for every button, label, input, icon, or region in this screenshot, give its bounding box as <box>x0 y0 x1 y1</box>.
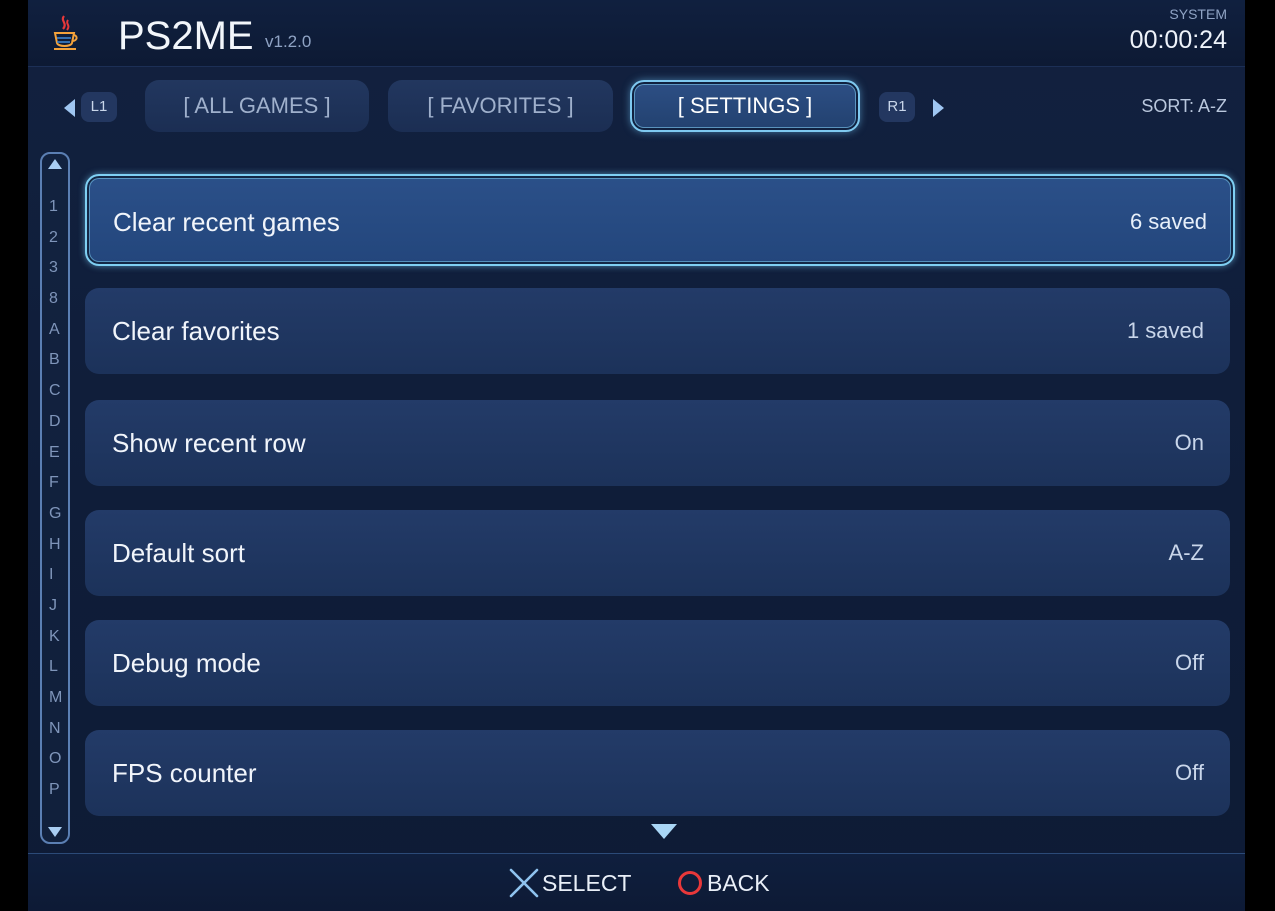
tab-favorites[interactable]: [ FAVORITES ] <box>388 80 613 132</box>
alpha-index-letter[interactable]: N <box>42 714 68 745</box>
alpha-index-letter[interactable]: I <box>42 560 68 591</box>
tab-bar: L1 [ ALL GAMES ] [ FAVORITES ] [ SETTING… <box>28 66 1245 150</box>
alpha-index-scrollbar[interactable]: 1238ABCDEFGHIJKLMNOP <box>40 152 70 844</box>
setting-value: A-Z <box>1168 540 1204 565</box>
alpha-index-letter[interactable]: 3 <box>42 253 68 284</box>
alpha-index-letter[interactable]: 8 <box>42 284 68 315</box>
back-hint[interactable]: BACK <box>675 868 770 898</box>
l1-shoulder-button[interactable]: L1 <box>81 92 117 122</box>
java-cup-icon <box>53 15 78 50</box>
alpha-index-letters: 1238ABCDEFGHIJKLMNOP <box>42 192 68 806</box>
circle-button-icon <box>678 871 702 895</box>
alpha-index-letter[interactable]: E <box>42 438 68 469</box>
alpha-index-letter[interactable]: O <box>42 744 68 775</box>
setting-value: 6 saved <box>1129 209 1207 234</box>
setting-row-fps-counter[interactable]: FPS counter Off <box>85 730 1230 816</box>
header-bar: PS2ME v1.2.0 SYSTEM 00:00:24 <box>28 0 1245 67</box>
setting-row-show-recent[interactable]: Show recent row On <box>85 400 1230 486</box>
alpha-index-letter[interactable]: D <box>42 407 68 438</box>
alpha-index-letter[interactable]: B <box>42 345 68 376</box>
cross-button-icon <box>509 868 539 898</box>
sort-indicator: SORT: A-Z <box>1141 96 1227 116</box>
alpha-index-letter[interactable]: K <box>42 622 68 653</box>
system-clock: 00:00:24 <box>1129 26 1227 54</box>
alpha-index-letter[interactable]: F <box>42 468 68 499</box>
tab-settings[interactable]: [ SETTINGS ] <box>630 80 860 132</box>
scroll-up-icon[interactable] <box>46 156 64 172</box>
alpha-index-letter[interactable]: A <box>42 315 68 346</box>
app-version: v1.2.0 <box>265 32 312 51</box>
setting-label: FPS counter <box>112 758 257 788</box>
system-label: SYSTEM <box>1169 6 1227 22</box>
setting-label: Show recent row <box>112 428 306 458</box>
setting-label: Clear recent games <box>113 207 340 237</box>
alpha-index-letter[interactable]: H <box>42 530 68 561</box>
setting-label: Debug mode <box>112 648 261 678</box>
setting-row-default-sort[interactable]: Default sort A-Z <box>85 510 1230 596</box>
setting-value: Off <box>1175 650 1204 675</box>
alpha-index-letter[interactable]: P <box>42 775 68 806</box>
alpha-index-letter[interactable]: M <box>42 683 68 714</box>
alpha-index-letter[interactable]: C <box>42 376 68 407</box>
alpha-index-letter[interactable]: 1 <box>42 192 68 223</box>
back-hint-label: BACK <box>707 869 770 896</box>
tab-left-arrow-icon[interactable] <box>64 99 75 117</box>
app-title: PS2ME <box>118 14 254 58</box>
setting-value: Off <box>1175 760 1204 785</box>
select-hint[interactable]: SELECT <box>508 868 631 898</box>
app-screen: PS2ME v1.2.0 SYSTEM 00:00:24 L1 [ ALL GA… <box>28 0 1245 911</box>
alpha-index-letter[interactable]: J <box>42 591 68 622</box>
setting-row-debug-mode[interactable]: Debug mode Off <box>85 620 1230 706</box>
tab-right-arrow-icon[interactable] <box>933 99 944 117</box>
setting-label: Clear favorites <box>112 316 280 346</box>
alpha-index-letter[interactable]: 2 <box>42 223 68 254</box>
footer-hints: SELECT BACK <box>28 853 1245 911</box>
setting-row-clear-favorites[interactable]: Clear favorites 1 saved <box>85 288 1230 374</box>
alpha-index-letter[interactable]: G <box>42 499 68 530</box>
select-hint-label: SELECT <box>542 869 632 896</box>
alpha-index-letter[interactable]: L <box>42 652 68 683</box>
tab-all-games[interactable]: [ ALL GAMES ] <box>145 80 369 132</box>
setting-value: On <box>1174 430 1204 455</box>
setting-row-clear-recent[interactable]: Clear recent games 6 saved <box>85 174 1235 266</box>
setting-value: 1 saved <box>1126 318 1204 343</box>
r1-shoulder-button[interactable]: R1 <box>879 92 915 122</box>
scroll-down-icon[interactable] <box>46 824 64 840</box>
more-below-arrow-icon <box>651 824 677 839</box>
setting-label: Default sort <box>112 538 245 568</box>
